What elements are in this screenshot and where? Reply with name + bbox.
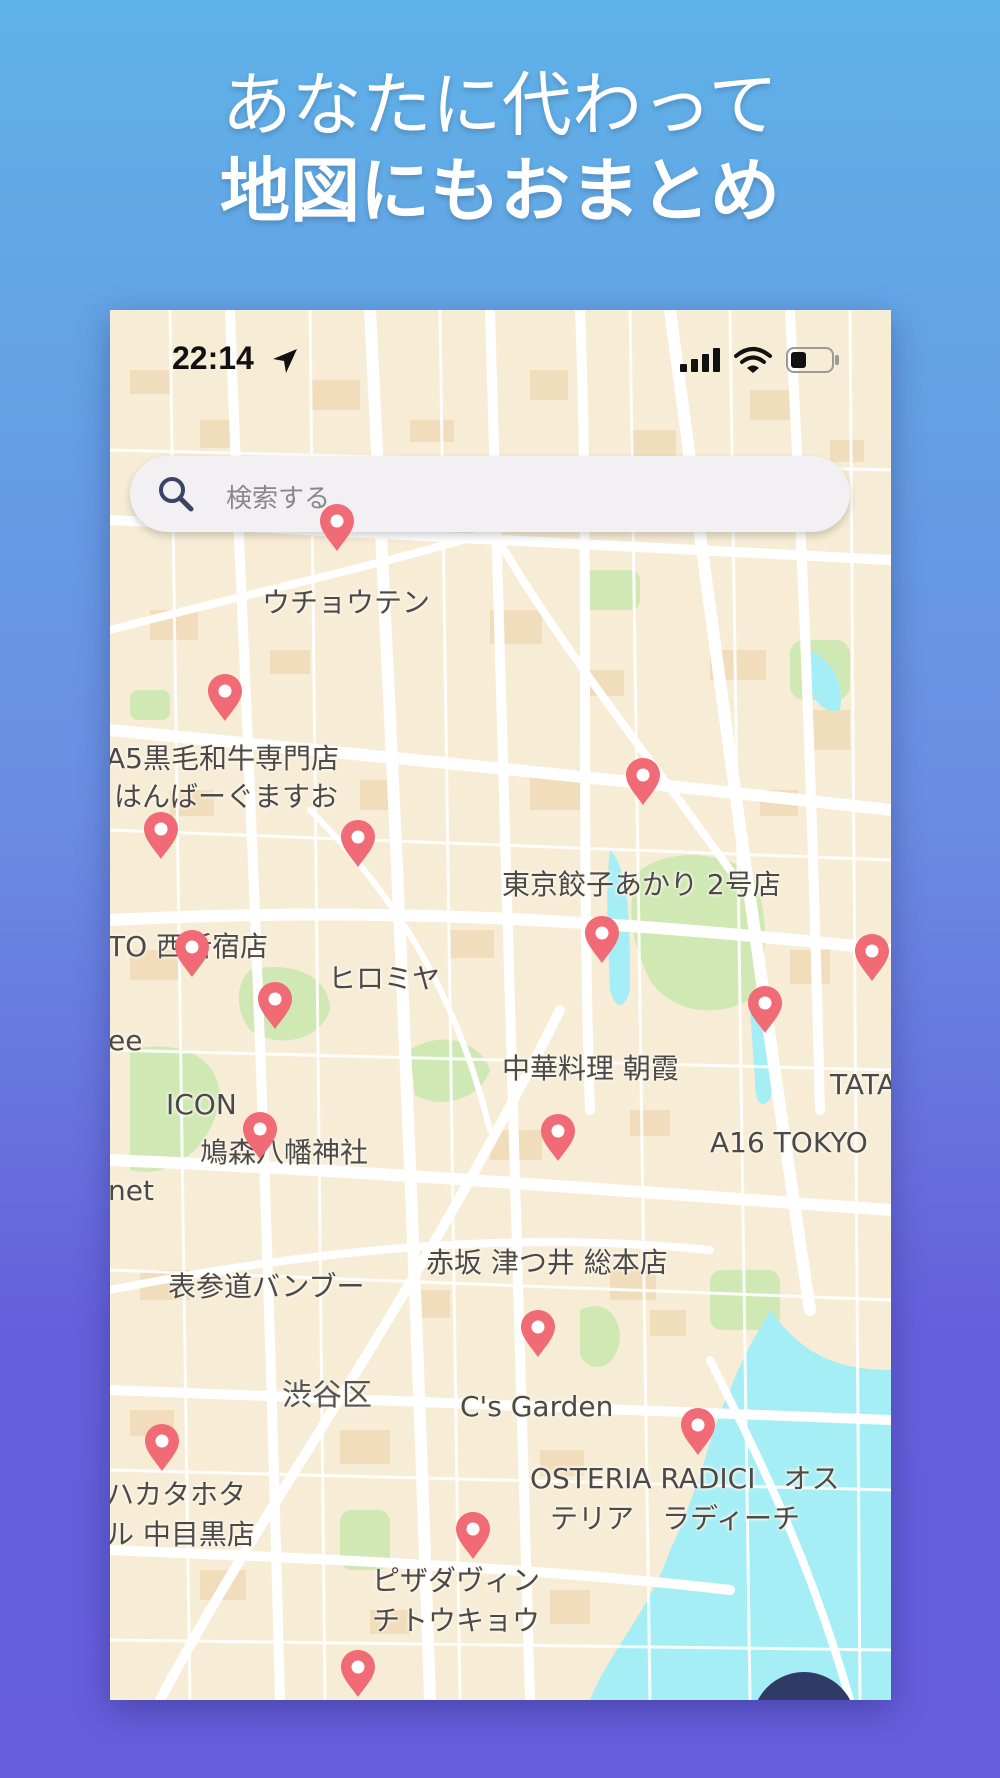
map-pin-icon[interactable] — [339, 1649, 377, 1699]
map-pin-icon[interactable] — [318, 503, 356, 553]
map-pin-icon[interactable] — [853, 933, 891, 983]
map-pin-icon[interactable] — [256, 981, 294, 1031]
map-pin-icon[interactable] — [142, 811, 180, 861]
map-pin-icon[interactable] — [583, 915, 621, 965]
place-label[interactable]: ヒロミヤ — [328, 960, 440, 998]
search-icon[interactable] — [156, 474, 196, 514]
place-label[interactable]: 中華料理 朝霞 — [502, 1050, 679, 1088]
map-pin-icon[interactable] — [519, 1309, 557, 1359]
map-pin-icon[interactable] — [539, 1113, 577, 1163]
status-bar: 22:14 — [110, 310, 891, 376]
place-label[interactable]: ee — [110, 1022, 142, 1060]
map-pin-icon[interactable] — [624, 757, 662, 807]
area-label: 渋谷区 — [282, 1378, 372, 1413]
headline-line-1: あなたに代わって — [221, 64, 779, 146]
search-placeholder[interactable]: 検索する — [226, 478, 330, 515]
place-label[interactable]: TATA — [830, 1066, 891, 1104]
place-label[interactable]: 表参道バンブー — [168, 1268, 365, 1306]
place-label[interactable]: A5黒毛和牛専門店 — [110, 740, 339, 778]
place-label[interactable]: ピザダヴィン — [372, 1562, 540, 1600]
place-label[interactable]: ウチョウテン — [262, 584, 430, 622]
place-label[interactable]: OSTERIA RADICI オス — [530, 1460, 839, 1498]
place-label[interactable]: 赤坂 津つ井 総本店 — [426, 1244, 668, 1282]
place-label[interactable]: A16 TOKYO — [710, 1124, 868, 1162]
place-label[interactable]: テリア ラディーチ — [550, 1500, 800, 1538]
status-time: 22:14 — [172, 340, 254, 376]
map-pin-icon[interactable] — [339, 819, 377, 869]
map-pin-icon[interactable] — [143, 1423, 181, 1473]
location-arrow-icon — [273, 349, 297, 373]
place-label[interactable]: チトウキョウ — [372, 1602, 540, 1640]
phone-screen: 22:14 検索する ウチョウテン A5黒毛和牛専門店 はんばーぐますお 東京餃… — [110, 310, 891, 1700]
headline: あなたに代わって 地図にもおまとめ — [0, 62, 1000, 234]
battery-icon — [786, 347, 839, 373]
map-pin-icon[interactable] — [679, 1407, 717, 1457]
place-label[interactable]: ICON — [166, 1086, 237, 1124]
place-label[interactable]: ハカタホタ — [110, 1476, 246, 1514]
place-label[interactable]: C's Garden — [460, 1388, 613, 1426]
map-pin-icon[interactable] — [454, 1511, 492, 1561]
headline-line-2: 地図にもおまとめ — [220, 150, 780, 232]
place-label[interactable]: 鳩森八幡神社 — [200, 1134, 368, 1172]
wifi-icon — [734, 347, 772, 373]
place-label[interactable]: ル 中目黒店 — [110, 1516, 255, 1554]
map-pin-icon[interactable] — [173, 929, 211, 979]
map-pin-icon[interactable] — [206, 673, 244, 723]
search-bar[interactable]: 検索する — [130, 456, 850, 532]
map-pin-icon[interactable] — [241, 1111, 279, 1161]
signal-icon — [680, 348, 720, 372]
place-label[interactable]: net — [110, 1172, 154, 1210]
place-label[interactable]: 東京餃子あかり 2号店 — [502, 866, 781, 904]
map-pin-icon[interactable] — [746, 985, 784, 1035]
